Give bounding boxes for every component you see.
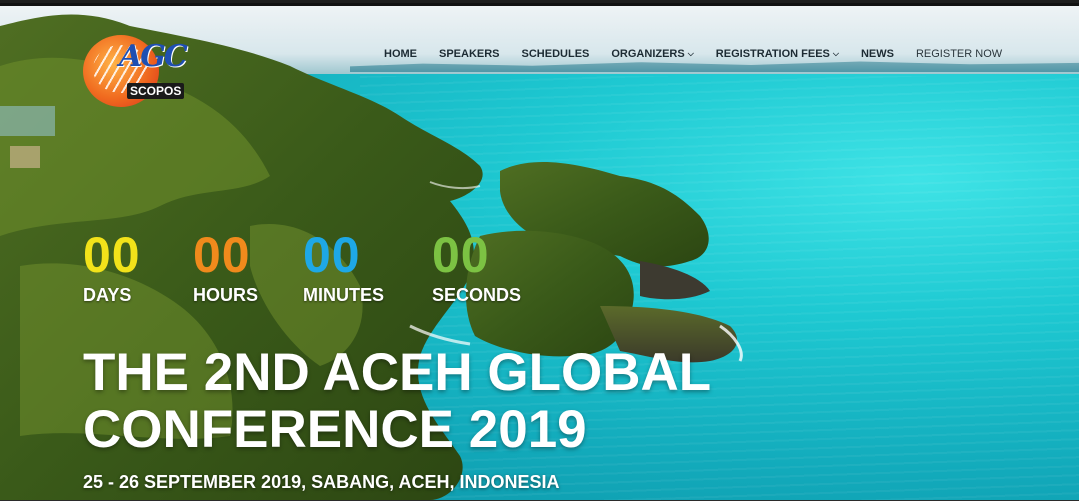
logo-mark: AGC bbox=[119, 39, 188, 74]
countdown-hours: 00 HOURS bbox=[193, 230, 258, 306]
countdown-seconds-label: SECONDS bbox=[432, 285, 522, 305]
chevron-down-icon: ⌵ bbox=[832, 49, 839, 58]
nav-register-now[interactable]: REGISTER NOW bbox=[916, 48, 1002, 60]
countdown-minutes: 00 MINUTES bbox=[303, 230, 384, 306]
chevron-down-icon: ⌵ bbox=[687, 49, 694, 58]
nav-speakers[interactable]: SPEAKERS bbox=[439, 48, 500, 60]
countdown-hours-label: HOURS bbox=[193, 285, 259, 305]
nav-organizers[interactable]: ORGANIZERS ⌵ bbox=[611, 48, 693, 60]
countdown-days: 00 DAYS bbox=[83, 230, 141, 306]
conference-title-line-1: THE 2ND ACEH GLOBAL bbox=[83, 343, 712, 402]
logo-name: SCOPOS bbox=[127, 83, 185, 99]
site-logo[interactable]: AGC SCOPOS bbox=[83, 33, 193, 109]
top-navigation: HOME SPEAKERS SCHEDULES ORGANIZERS ⌵ REGI… bbox=[384, 44, 1002, 64]
nav-schedules-label: SCHEDULES bbox=[521, 48, 590, 60]
nav-home-label: HOME bbox=[384, 48, 417, 60]
conference-title: THE 2ND ACEH GLOBAL CONFERENCE 2019 bbox=[83, 344, 783, 458]
hero-banner: AGC SCOPOS HOME SPEAKERS SCHEDULES ORGAN… bbox=[0, 6, 1079, 500]
nav-news-label: NEWS bbox=[860, 48, 894, 60]
nav-news[interactable]: NEWS bbox=[861, 48, 894, 60]
nav-registration-fees[interactable]: REGISTRATION FEES ⌵ bbox=[716, 48, 839, 60]
countdown-seconds: 00 SECONDS bbox=[432, 230, 521, 306]
countdown-minutes-label: MINUTES bbox=[303, 285, 384, 305]
nav-register-now-label: REGISTER NOW bbox=[915, 48, 1003, 60]
countdown-hours-value: 00 bbox=[193, 227, 251, 283]
countdown-days-value: 00 bbox=[83, 227, 141, 283]
conference-title-line-2: CONFERENCE 2019 bbox=[83, 400, 587, 459]
nav-schedules[interactable]: SCHEDULES bbox=[522, 48, 590, 60]
conference-date-location: 25 - 26 SEPTEMBER 2019, SABANG, ACEH, IN… bbox=[83, 472, 560, 492]
countdown-minutes-value: 00 bbox=[303, 227, 361, 283]
nav-registration-fees-label: REGISTRATION FEES bbox=[715, 48, 830, 60]
nav-speakers-label: SPEAKERS bbox=[439, 48, 500, 60]
nav-home[interactable]: HOME bbox=[384, 48, 417, 60]
page-frame: AGC SCOPOS HOME SPEAKERS SCHEDULES ORGAN… bbox=[0, 0, 1079, 501]
nav-organizers-label: ORGANIZERS bbox=[611, 48, 685, 60]
countdown-seconds-value: 00 bbox=[432, 227, 490, 283]
countdown-days-label: DAYS bbox=[83, 285, 132, 305]
